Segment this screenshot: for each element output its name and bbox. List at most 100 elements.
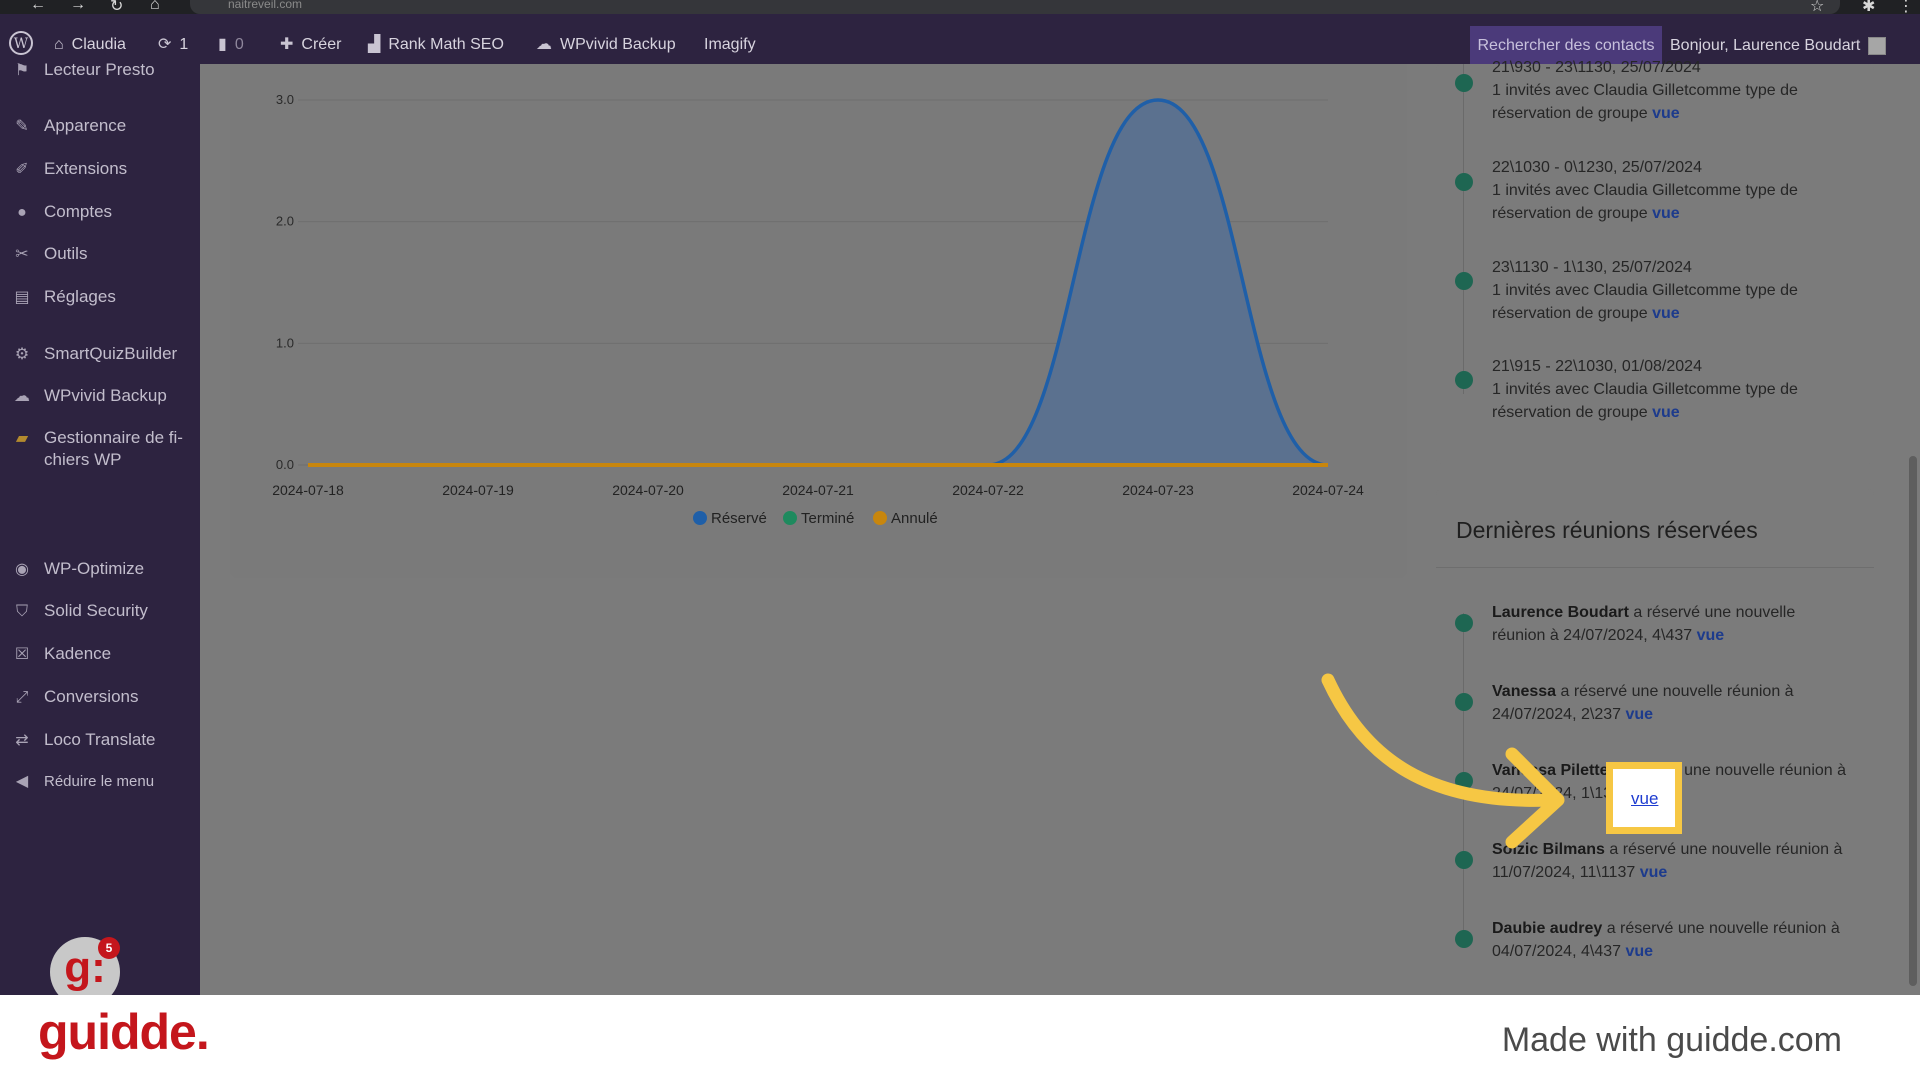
- sidebar-item-label: Solid Security: [44, 601, 148, 620]
- rank-math-menu[interactable]: ▟ Rank Math SEO: [368, 14, 504, 64]
- sidebar-item-label: Réduire le menu: [44, 773, 155, 790]
- view-link[interactable]: vue: [1652, 305, 1680, 322]
- sidebar-item-label: Lecteur Presto: [44, 60, 155, 79]
- legend-label: Réservé: [711, 510, 767, 527]
- view-link[interactable]: vue: [1652, 404, 1680, 421]
- settings-icon: ▤: [14, 289, 30, 306]
- updates-count: 1: [179, 36, 189, 53]
- sidebar-item-extensions[interactable]: ✐ Extensions: [0, 151, 200, 187]
- sidebar-item-smartquizbuilder[interactable]: ⚙ SmartQuizBuilder: [0, 336, 200, 372]
- sidebar-item-label: Gestionnaire de fi- chiers WP: [44, 428, 183, 469]
- gear-icon: ⚙: [14, 346, 30, 363]
- sidebar-item-apparence[interactable]: ✎ Apparence: [0, 108, 200, 144]
- meeting-desc: 1 invités avec Claudia Gilletcomme type …: [1492, 381, 1798, 421]
- sidebar-item-kadence[interactable]: ☒ Kadence: [0, 636, 200, 672]
- forward-icon[interactable]: →: [70, 0, 86, 14]
- rank-math-label: Rank Math SEO: [388, 36, 504, 53]
- x-tick-label: 2024-07-21: [782, 482, 854, 498]
- y-tick-label: 0.0: [276, 457, 294, 472]
- conversions-icon: ⤢: [15, 689, 29, 706]
- sidebar-item-solid-security[interactable]: ⛉ Solid Security: [0, 593, 200, 629]
- list-item-text: Solzic Bilmans a réservé une nouvelle ré…: [1492, 838, 1852, 884]
- meeting-desc: 1 invités avec Claudia Gilletcomme type …: [1492, 182, 1798, 222]
- x-tick-label: 2024-07-24: [1292, 482, 1364, 498]
- legend-swatch: [873, 511, 887, 525]
- timeline-dot: [1455, 930, 1473, 948]
- sidebar-item-wp-optimize[interactable]: ◉ WP-Optimize: [0, 551, 200, 587]
- view-link[interactable]: vue: [1625, 943, 1653, 960]
- wpvivid-label: WPvivid Backup: [560, 36, 676, 53]
- booker-name: Solzic Bilmans: [1492, 841, 1605, 858]
- view-link[interactable]: vue: [1697, 627, 1725, 644]
- create-menu[interactable]: ✚ Créer: [280, 14, 341, 64]
- x-tick-label: 2024-07-19: [442, 482, 514, 498]
- address-text: naitreveil.com: [228, 0, 303, 11]
- list-item-text: 21\930 - 23\1130, 25/07/2024 1 invités a…: [1492, 56, 1852, 125]
- sidebar-item-outils[interactable]: ✂ Outils: [0, 236, 200, 272]
- made-with-text: Made with guidde.com: [1501, 1021, 1842, 1059]
- shield-icon: ⛉: [15, 603, 28, 620]
- sidebar-item-comptes[interactable]: ● Comptes: [0, 194, 200, 230]
- legend-label: Terminé: [801, 510, 854, 527]
- y-tick-label: 1.0: [276, 335, 294, 350]
- view-link[interactable]: vue: [1652, 205, 1680, 222]
- booker-name: Laurence Boudart: [1492, 604, 1629, 621]
- sidebar-item-label: Extensions: [44, 159, 128, 178]
- optimize-icon: ◉: [15, 561, 29, 578]
- flag-icon: ⚑: [14, 62, 30, 79]
- user-icon: ●: [17, 204, 27, 221]
- scrollbar-thumb[interactable]: [1909, 456, 1917, 986]
- guidde-footer: guidde. Made with guidde.com: [0, 995, 1920, 1080]
- legend-swatch: [783, 511, 797, 525]
- sidebar-item-label: Apparence: [44, 116, 127, 135]
- list-item-text: Laurence Boudart a réservé une nouvelle …: [1492, 601, 1852, 647]
- sidebar-collapse-menu[interactable]: ◀ Réduire le menu: [0, 764, 200, 800]
- timeline-dot: [1455, 614, 1473, 632]
- create-label: Créer: [301, 36, 342, 53]
- search-contacts-label: Rechercher des contacts: [1477, 37, 1655, 54]
- imagify-label: Imagify: [704, 36, 756, 53]
- sidebar-item-label: Comptes: [44, 202, 113, 221]
- view-link[interactable]: vue: [1625, 706, 1653, 723]
- folder-icon: ▰: [15, 430, 29, 447]
- address-bar[interactable]: naitreveil.com: [190, 0, 1840, 14]
- sidebar-item-file-manager[interactable]: ▰ Gestionnaire de fi- chiers WP: [0, 427, 200, 477]
- list-item-text: Vanessa a réservé une nouvelle réunion à…: [1492, 680, 1852, 726]
- brush-icon: ✎: [15, 118, 29, 135]
- sidebar-item-reglages[interactable]: ▤ Réglages: [0, 279, 200, 315]
- back-icon[interactable]: ←: [30, 0, 46, 14]
- page-scrollbar[interactable]: [1906, 64, 1920, 995]
- legend-swatch: [693, 511, 707, 525]
- highlight-box: vue: [1606, 762, 1682, 834]
- divider: [1436, 567, 1874, 568]
- x-tick-label: 2024-07-23: [1122, 482, 1194, 498]
- sidebar-item-wpvivid[interactable]: ☁ WPvivid Backup: [0, 378, 200, 414]
- wrench-icon: ✂: [15, 246, 29, 263]
- timeline-dot: [1455, 272, 1473, 290]
- sidebar-item-label: WP-Optimize: [44, 559, 145, 578]
- meeting-time: 22\1030 - 0\1230, 25/07/2024: [1492, 159, 1702, 176]
- highlighted-view-link[interactable]: vue: [1631, 789, 1658, 809]
- comments-link[interactable]: ▮ 0: [218, 14, 244, 64]
- imagify-menu[interactable]: Imagify: [704, 14, 756, 64]
- home-icon[interactable]: ⌂: [150, 0, 160, 14]
- sidebar-item-loco-translate[interactable]: ⇄ Loco Translate: [0, 722, 200, 758]
- meeting-desc: 1 invités avec Claudia Gilletcomme type …: [1492, 82, 1798, 122]
- meeting-desc: 1 invités avec Claudia Gilletcomme type …: [1492, 282, 1798, 322]
- view-link[interactable]: vue: [1652, 105, 1680, 122]
- comment-icon: ▮: [218, 36, 227, 53]
- list-item-text: 21\915 - 22\1030, 01/08/2024 1 invités a…: [1492, 355, 1852, 424]
- svg-text:W: W: [14, 36, 29, 52]
- sidebar-item-lecteur-presto[interactable]: ⚑ Lecteur Presto: [0, 52, 200, 88]
- sidebar-item-conversions[interactable]: ⤢ Conversions: [0, 679, 200, 715]
- y-tick-label: 2.0: [276, 214, 294, 229]
- wpvivid-menu[interactable]: ☁ WPvivid Backup: [536, 14, 676, 64]
- comments-count: 0: [234, 36, 244, 53]
- booker-name: Vanessa Pilette: [1492, 762, 1609, 779]
- kadence-icon: ☒: [14, 646, 30, 663]
- sidebar-item-label: Outils: [44, 244, 88, 263]
- x-tick-label: 2024-07-20: [612, 482, 684, 498]
- meeting-time: 23\1130 - 1\130, 25/07/2024: [1492, 259, 1692, 276]
- avatar: [1868, 36, 1887, 55]
- view-link[interactable]: vue: [1640, 864, 1668, 881]
